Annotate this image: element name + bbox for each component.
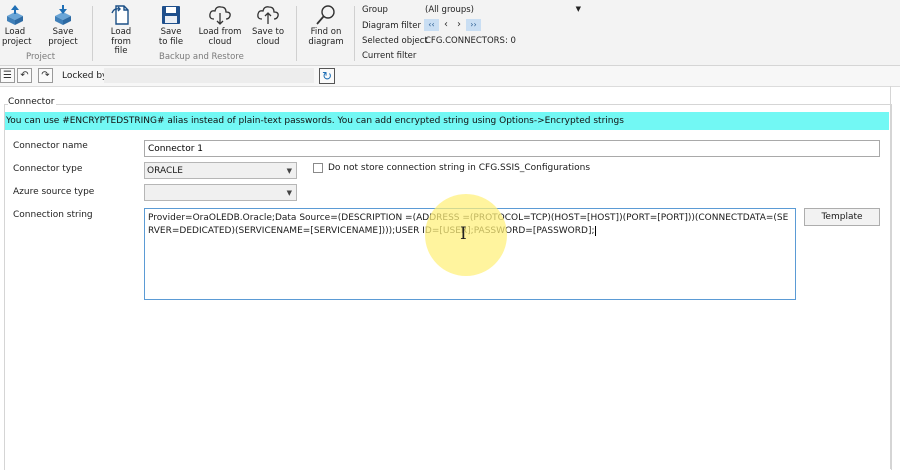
menu-button[interactable]: ☰ — [0, 68, 15, 83]
no-store-checkbox[interactable] — [313, 163, 323, 173]
nav-last-button[interactable]: ›› — [466, 19, 481, 31]
redo-button[interactable]: ↷ — [38, 68, 53, 83]
chevron-down-icon: ▼ — [575, 5, 581, 13]
chevron-down-icon: ▼ — [286, 167, 292, 175]
undo-button[interactable]: ↶ — [17, 68, 32, 83]
connector-type-select[interactable]: ORACLE ▼ — [144, 162, 297, 179]
group-select-value: (All groups) — [425, 5, 474, 15]
save-to-file-button[interactable]: Save to file — [156, 4, 186, 47]
load-from-cloud-button[interactable]: Load from cloud — [198, 4, 242, 47]
diagram-filter-label: Diagram filter — [362, 21, 421, 31]
save-project-button[interactable]: Save project — [48, 4, 78, 47]
ribbon-separator — [354, 6, 355, 61]
ribbon-separator — [92, 6, 93, 61]
save-to-file-label: Save to file — [158, 27, 184, 47]
save-to-cloud-button[interactable]: Save to cloud — [250, 4, 286, 47]
connection-string-label: Connection string — [13, 210, 93, 220]
undo-icon: ↶ — [20, 70, 29, 81]
connector-name-input[interactable] — [144, 140, 880, 157]
current-filter-label: Current filter — [362, 51, 417, 61]
text-cursor-icon: I — [460, 224, 467, 244]
selected-object-label: Selected object — [362, 36, 428, 46]
editor-toolbar: ☰ ↶ ↷ Locked by ↻ — [0, 66, 900, 87]
load-from-file-label: Load from file — [110, 27, 132, 56]
find-on-diagram-button[interactable]: Find on diagram — [306, 4, 346, 47]
cloud-upload-icon — [257, 6, 279, 24]
load-from-file-button[interactable]: Load from file — [100, 4, 142, 57]
group-label: Group — [362, 5, 388, 15]
azure-source-type-label: Azure source type — [13, 187, 95, 197]
connector-section-title: Connector — [8, 97, 57, 107]
find-on-diagram-label: Find on diagram — [308, 27, 344, 47]
ribbon-separator — [296, 6, 297, 61]
encrypted-string-info-banner: You can use #ENCRYPTEDSTRING# alias inst… — [5, 112, 889, 130]
connector-type-label: Connector type — [13, 164, 83, 174]
no-store-checkbox-label: Do not store connection string in CFG.SS… — [328, 163, 591, 173]
save-project-icon — [55, 5, 71, 25]
nav-prev-button[interactable]: ‹ — [441, 19, 451, 31]
locked-by-label: Locked by — [62, 71, 108, 81]
group-label-project: Project — [26, 52, 56, 62]
text-caret — [594, 225, 596, 236]
load-from-cloud-label: Load from cloud — [198, 27, 242, 47]
save-project-label: Save project — [48, 27, 78, 47]
load-project-label: Load project — [2, 27, 32, 47]
search-icon — [316, 5, 335, 25]
group-select[interactable]: (All groups) ▼ — [425, 5, 583, 16]
panel-divider — [890, 86, 891, 469]
selected-object-value: CFG.CONNECTORS: 0 — [425, 36, 516, 46]
connector-name-label: Connector name — [13, 141, 88, 151]
refresh-icon: ↻ — [321, 69, 333, 83]
group-label-backup-restore: Backup and Restore — [159, 52, 244, 62]
azure-source-type-select[interactable]: ▼ — [144, 184, 297, 201]
redo-icon: ↷ — [41, 70, 50, 81]
connector-type-value: ORACLE — [147, 166, 183, 176]
nav-next-button[interactable]: › — [454, 19, 464, 31]
refresh-button[interactable]: ↻ — [319, 68, 335, 84]
load-project-button[interactable]: Load project — [2, 4, 32, 47]
connection-string-textarea[interactable]: Provider=OraOLEDB.Oracle;Data Source=(DE… — [144, 208, 796, 300]
nav-first-button[interactable]: ‹‹ — [424, 19, 439, 31]
ribbon: Load project Save project Project Load f… — [0, 0, 900, 66]
file-open-icon — [111, 5, 129, 25]
save-to-cloud-label: Save to cloud — [251, 27, 285, 47]
cloud-download-icon — [209, 6, 231, 25]
locked-by-field — [104, 68, 314, 83]
load-project-icon — [7, 5, 23, 25]
chevron-down-icon: ▼ — [286, 189, 292, 197]
connection-string-text: Provider=OraOLEDB.Oracle;Data Source=(DE… — [148, 213, 789, 236]
menu-icon: ☰ — [3, 70, 12, 81]
template-button[interactable]: Template — [804, 208, 880, 226]
floppy-disk-icon — [162, 6, 180, 24]
